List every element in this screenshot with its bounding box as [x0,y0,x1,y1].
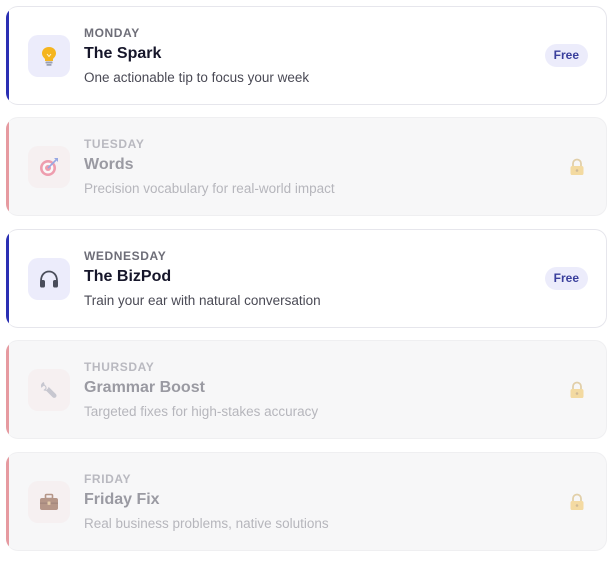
lesson-description: Precision vocabulary for real-world impa… [84,181,335,196]
lesson-description: Targeted fixes for high-stakes accuracy [84,404,319,419]
lesson-day: FRIDAY [84,472,132,486]
weekly-lesson-list: MONDAY The Spark One actionable tip to f… [0,0,616,563]
lesson-title: The BizPod [84,268,172,285]
target-icon [28,146,70,188]
lesson-card-friday[interactable]: FRIDAY Friday Fix Real business problems… [6,452,607,551]
lock-icon [569,158,585,176]
lesson-title: Words [84,156,134,173]
lightbulb-icon [28,35,70,77]
lesson-day: TUESDAY [84,137,145,151]
briefcase-icon [28,481,70,523]
lesson-title: Grammar Boost [84,379,205,396]
lock-icon [569,493,585,511]
lesson-title: Friday Fix [84,491,160,508]
lesson-description: Train your ear with natural conversation [84,293,321,308]
lock-icon [569,381,585,399]
lesson-card-wednesday[interactable]: WEDNESDAY The BizPod Train your ear with… [6,229,607,328]
lesson-card-monday[interactable]: MONDAY The Spark One actionable tip to f… [6,6,607,105]
wrench-icon [28,369,70,411]
lesson-card-tuesday[interactable]: TUESDAY Words Precision vocabulary for r… [6,117,607,216]
lesson-description: Real business problems, native solutions [84,516,329,531]
lesson-title: The Spark [84,45,162,62]
lesson-day: WEDNESDAY [84,249,167,263]
lesson-description: One actionable tip to focus your week [84,70,310,85]
free-badge: Free [544,267,588,290]
lesson-card-thursday[interactable]: THURSDAY Grammar Boost Targeted fixes fo… [6,340,607,439]
lesson-day: THURSDAY [84,360,155,374]
lesson-day: MONDAY [84,26,140,40]
free-badge: Free [544,44,588,67]
headphones-icon [28,258,70,300]
